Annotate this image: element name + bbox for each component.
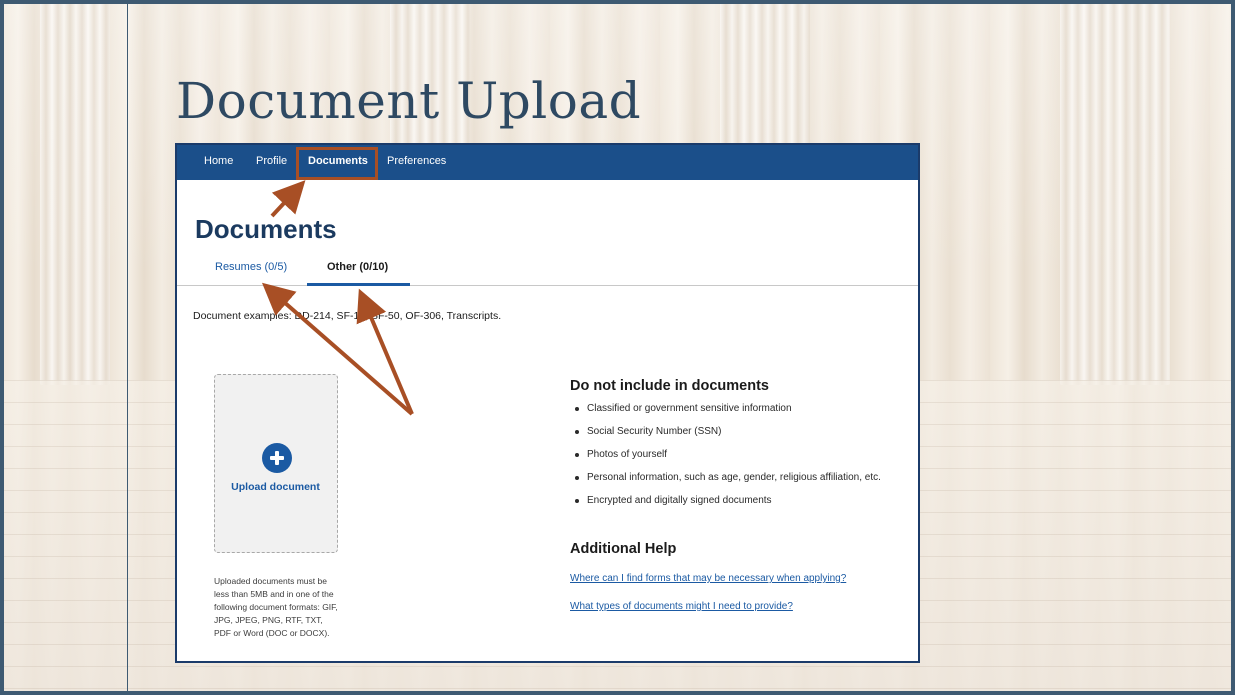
nav-item-preferences[interactable]: Preferences — [387, 155, 446, 167]
list-item: Social Security Number (SSN) — [570, 424, 910, 439]
active-tab-indicator — [307, 283, 410, 286]
list-item: Photos of yourself — [570, 447, 910, 462]
upload-document-label: Upload document — [231, 481, 320, 493]
document-examples-text: Document examples: DD-214, SF-15, SF-50,… — [193, 310, 502, 322]
background-column — [40, 0, 110, 385]
nav-item-home[interactable]: Home — [204, 155, 233, 167]
background-column — [1060, 0, 1170, 385]
tab-resumes[interactable]: Resumes (0/5) — [215, 261, 287, 273]
page-heading: Documents — [195, 214, 337, 244]
slide-title: Document Upload — [176, 72, 642, 130]
help-link-document-types[interactable]: What types of documents might I need to … — [570, 601, 793, 612]
upload-document-button[interactable]: Upload document — [214, 374, 338, 553]
additional-help-heading: Additional Help — [570, 541, 677, 557]
upload-requirements-note: Uploaded documents must be less than 5MB… — [214, 576, 338, 638]
tab-other[interactable]: Other (0/10) — [327, 261, 388, 273]
list-item: Classified or government sensitive infor… — [570, 401, 910, 416]
help-link-forms[interactable]: Where can I find forms that may be neces… — [570, 573, 846, 584]
documents-screenshot: Home Profile Documents Preferences Docum… — [175, 143, 920, 663]
slide-divider-line — [127, 0, 128, 695]
documents-highlight-box — [296, 147, 378, 180]
list-item: Encrypted and digitally signed documents — [570, 493, 910, 508]
top-navigation: Home Profile Documents Preferences — [177, 145, 918, 180]
list-item: Personal information, such as age, gende… — [570, 470, 910, 485]
nav-item-profile[interactable]: Profile — [256, 155, 287, 167]
do-not-include-list: Classified or government sensitive infor… — [570, 401, 910, 516]
tab-divider — [177, 285, 918, 286]
plus-circle-icon — [262, 443, 292, 473]
do-not-include-heading: Do not include in documents — [570, 378, 769, 394]
